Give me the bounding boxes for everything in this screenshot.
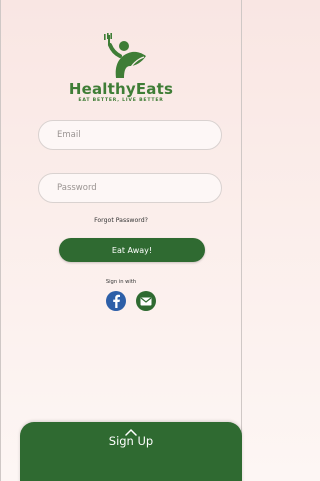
email-login-button[interactable] bbox=[136, 291, 156, 311]
password-input[interactable] bbox=[57, 183, 221, 193]
forgot-password-link[interactable]: Forgot Password? bbox=[0, 217, 242, 224]
sign-up-label[interactable]: Sign Up bbox=[20, 434, 242, 448]
mail-icon bbox=[140, 297, 152, 305]
password-field[interactable] bbox=[38, 173, 222, 203]
brand-name: HealthyEats bbox=[68, 80, 174, 98]
email-field[interactable] bbox=[38, 120, 222, 150]
facebook-login-button[interactable] bbox=[106, 291, 126, 311]
healthyeats-logo bbox=[104, 33, 146, 78]
sign-up-panel[interactable]: Sign Up bbox=[20, 422, 242, 481]
email-input[interactable] bbox=[57, 130, 221, 140]
sign-in-with-caption: Sign in with bbox=[105, 279, 137, 285]
eat-away-button[interactable]: Eat Away! bbox=[59, 238, 205, 262]
facebook-icon bbox=[113, 294, 120, 308]
brand-tagline: EAT BETTER, LIVE BETTER bbox=[78, 98, 164, 103]
